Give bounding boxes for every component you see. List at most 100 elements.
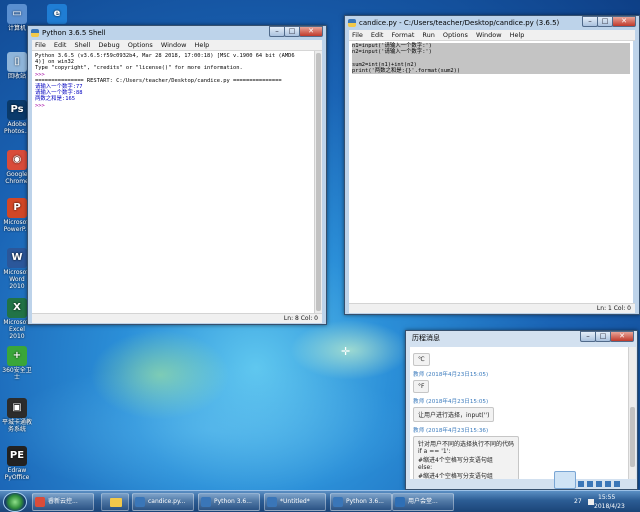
editor-title: candice.py - C:/Users/teacher/Desktop/ca…: [359, 19, 560, 27]
shell-scroll-thumb[interactable]: [316, 53, 321, 311]
taskbar-item-label: Python 3.6...: [346, 498, 384, 505]
editor-menubar: File Edit Format Run Options Window Help: [349, 30, 635, 41]
taskbar-item[interactable]: candice.py...: [132, 493, 194, 511]
taskbar: 睿新云控... candice.py... Python 3.6... *Untitl…: [0, 490, 640, 512]
message-meta: 教师 (2018年4月23日15:36): [413, 428, 489, 434]
taskbar-item-label: 睿新云控...: [48, 498, 78, 505]
menu-format[interactable]: Format: [391, 31, 414, 39]
message-bubble[interactable]: °F: [413, 380, 430, 393]
taskbar-item-label: candice.py...: [148, 498, 186, 505]
message-scrollbar[interactable]: [628, 347, 636, 479]
close-button[interactable]: ✕: [610, 331, 634, 342]
app-icon: PE: [7, 446, 27, 466]
minimize-button[interactable]: –: [580, 331, 596, 342]
taskbar-item-label: *Untitled*: [280, 498, 310, 505]
menu-help[interactable]: Help: [194, 41, 209, 49]
menu-window[interactable]: Window: [476, 31, 502, 39]
shell-line: Python 3.6.5 (v3.6.5:f59c0932b4, Mar 28 …: [35, 53, 295, 59]
app-icon: X: [7, 298, 27, 318]
start-button[interactable]: [3, 492, 27, 512]
menu-file[interactable]: File: [35, 41, 46, 49]
folder-icon: [110, 498, 122, 507]
app-icon: [267, 497, 277, 507]
menu-help[interactable]: Help: [510, 31, 525, 39]
app-icon: Ps: [7, 100, 27, 120]
taskbar-item[interactable]: Python 3.6...: [198, 493, 260, 511]
message-bubble[interactable]: 针对用户不同的选择执行不同的代码 if a == '1': #缩进4个空格写分支…: [413, 436, 520, 479]
close-button[interactable]: ✕: [612, 16, 636, 27]
menu-shell[interactable]: Shell: [74, 41, 90, 49]
taskbar-item[interactable]: 用户会堂...: [392, 493, 454, 511]
menu-run[interactable]: Run: [422, 31, 434, 39]
message-bubble[interactable]: 让用户进行选择，input(''): [413, 407, 495, 422]
menu-file[interactable]: File: [352, 31, 363, 39]
desktop: ▭ 计算机 ▯ 回收站 Ps Adobe Photos... ◉ Google Chrome P…: [0, 0, 640, 490]
avatar[interactable]: [554, 471, 576, 489]
desktop-icon-ie[interactable]: e: [42, 4, 72, 25]
message-toolbar: [578, 481, 638, 489]
system-tray: 27 15:55 2018/4/23: [570, 491, 640, 512]
taskbar-item[interactable]: *Untitled*: [264, 493, 326, 511]
editor-text-area[interactable]: n1=input('请输入一个数字:') n2=input('请输入一个数字:')…: [349, 41, 633, 303]
desktop-icon[interactable]: PE Edraw PyOffice: [2, 446, 32, 481]
tool-icon[interactable]: [614, 481, 620, 487]
app-icon: [135, 497, 145, 507]
explorer-pin[interactable]: [101, 493, 129, 511]
app-icon: [201, 497, 211, 507]
message-bubble[interactable]: ℃: [413, 353, 430, 366]
tool-icon[interactable]: [587, 481, 593, 487]
desktop-icon-label: 360安全卫士: [2, 367, 32, 381]
shell-output[interactable]: Python 3.6.5 (v3.6.5:f59c0932b4, Mar 28 …: [32, 51, 314, 313]
input-method-icon[interactable]: 27: [574, 498, 582, 505]
taskbar-item[interactable]: Python 3.6...: [330, 493, 392, 511]
app-icon: ◉: [7, 150, 27, 170]
taskbar-item-label: 用户会堂...: [408, 498, 438, 505]
shell-titlebar[interactable]: Python 3.6.5 Shell – □ ✕: [28, 26, 326, 40]
python-icon: [348, 19, 356, 27]
message-meta: 教师 (2018年4月23日15:05): [413, 399, 489, 405]
message-window[interactable]: 历程消息 – □ ✕ ℃ 教师 (2018年4月23日15:05) °F 教师 (20…: [405, 330, 638, 490]
minimize-button[interactable]: –: [582, 16, 598, 27]
message-titlebar[interactable]: 历程消息 – □ ✕: [406, 331, 637, 345]
menu-edit[interactable]: Edit: [371, 31, 384, 39]
maximize-button[interactable]: □: [595, 331, 611, 342]
code-line: print('两数之和是:{}'.format(sum2)): [352, 67, 630, 75]
menu-debug[interactable]: Debug: [98, 41, 119, 49]
app-icon: W: [7, 248, 27, 268]
desktop-icon[interactable]: +360安全卫士: [2, 346, 32, 381]
tool-icon[interactable]: [596, 481, 602, 487]
message-title: 历程消息: [412, 334, 440, 342]
app-icon: ▯: [7, 52, 27, 72]
message-list[interactable]: ℃ 教师 (2018年4月23日15:05) °F 教师 (2018年4月23日15:…: [410, 347, 628, 479]
shell-scrollbar[interactable]: [314, 51, 322, 313]
python-shell-window[interactable]: Python 3.6.5 Shell – □ ✕ File Edit Shell De…: [27, 25, 327, 325]
menu-options[interactable]: Options: [128, 41, 153, 49]
clock-date[interactable]: 2018/4/23: [594, 503, 625, 510]
maximize-button[interactable]: □: [284, 26, 300, 37]
tool-icon[interactable]: [605, 481, 611, 487]
app-icon: ▣: [7, 398, 27, 418]
editor-titlebar[interactable]: candice.py - C:/Users/teacher/Desktop/ca…: [345, 16, 639, 30]
editor-statusbar: Ln: 1 Col: 0: [349, 303, 635, 313]
shell-title: Python 3.6.5 Shell: [42, 29, 106, 37]
message-meta: 教师 (2018年4月23日15:05): [413, 372, 489, 378]
app-icon: +: [7, 346, 27, 366]
desktop-icon-label: 平城卡通教务系统: [2, 419, 32, 433]
message-scroll-thumb[interactable]: [630, 407, 635, 467]
app-icon: ▭: [7, 4, 27, 24]
shell-menubar: File Edit Shell Debug Options Window Help: [32, 40, 322, 51]
clock-time[interactable]: 15:55: [598, 494, 615, 501]
wallpaper-glow: [0, 360, 420, 490]
editor-window[interactable]: candice.py - C:/Users/teacher/Desktop/ca…: [344, 15, 640, 315]
minimize-button[interactable]: –: [269, 26, 285, 37]
maximize-button[interactable]: □: [597, 16, 613, 27]
menu-options[interactable]: Options: [443, 31, 468, 39]
menu-edit[interactable]: Edit: [54, 41, 67, 49]
tool-icon[interactable]: [578, 481, 584, 487]
taskbar-item-label: Python 3.6...: [214, 498, 252, 505]
close-button[interactable]: ✕: [299, 26, 323, 37]
desktop-icon[interactable]: ▣ 平城卡通教务系统: [2, 398, 32, 433]
taskbar-item[interactable]: 睿新云控...: [32, 493, 94, 511]
menu-window[interactable]: Window: [161, 41, 187, 49]
python-icon: [31, 29, 39, 37]
